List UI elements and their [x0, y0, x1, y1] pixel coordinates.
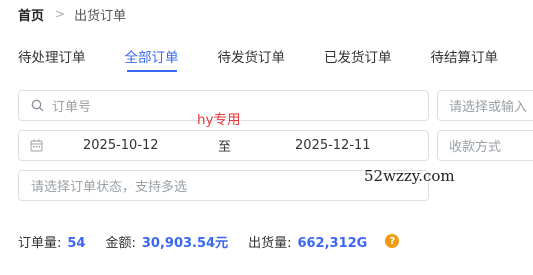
breadcrumb-home[interactable]: 首页 [18, 5, 44, 24]
tab-shipped[interactable]: 已发货订单 [324, 46, 392, 72]
date-start-value[interactable]: 2025-10-12 [83, 138, 159, 153]
order-tabs: 待处理订单 全部订单 待发货订单 已发货订单 待结算订单 [18, 46, 498, 72]
date-range-separator: 至 [218, 140, 232, 155]
breadcrumb-separator-icon: > [55, 7, 66, 21]
tab-to-settle[interactable]: 待结算订单 [431, 46, 499, 72]
date-range-picker[interactable]: 2025-10-12 至 2025-12-11 [18, 130, 429, 161]
amount-value: 30,903.54元 [141, 235, 229, 251]
breadcrumb-current: 出货订单 [74, 8, 127, 24]
order-count-value: 54 [67, 235, 86, 251]
watermark-site: 52wzzy.com [364, 167, 455, 185]
order-summary: 订单量: 54 金额: 30,903.54元 出货量: 662,312G ? [18, 232, 400, 251]
tab-pending[interactable]: 待处理订单 [18, 46, 86, 72]
amount-group: 金额: 30,903.54元 [105, 232, 228, 251]
help-icon[interactable]: ? [385, 234, 400, 248]
select-or-input-field[interactable]: 请选择或输入 [437, 90, 533, 121]
watermark-tag: hy专用 [197, 112, 241, 128]
date-end-value[interactable]: 2025-12-11 [295, 138, 371, 153]
order-count-label: 订单量: [18, 235, 62, 251]
payment-method-select[interactable]: 收款方式 [437, 130, 533, 161]
search-icon [31, 99, 44, 112]
order-count-group: 订单量: 54 [18, 232, 85, 251]
payment-method-placeholder: 收款方式 [449, 140, 502, 155]
amount-label: 金额: [105, 235, 136, 251]
select-or-input-placeholder: 请选择或输入 [449, 100, 528, 115]
tab-to-ship[interactable]: 待发货订单 [218, 46, 286, 72]
order-number-placeholder: 订单号 [52, 100, 92, 115]
shipment-group: 出货量: 662,312G [248, 232, 367, 251]
shipment-value: 662,312G [297, 235, 368, 251]
calendar-icon [30, 139, 43, 152]
shipment-label: 出货量: [248, 235, 292, 251]
tab-all-orders[interactable]: 全部订单 [125, 46, 179, 72]
breadcrumb: 首页 > 出货订单 [18, 5, 127, 24]
order-status-placeholder: 请选择订单状态，支持多选 [31, 180, 188, 195]
